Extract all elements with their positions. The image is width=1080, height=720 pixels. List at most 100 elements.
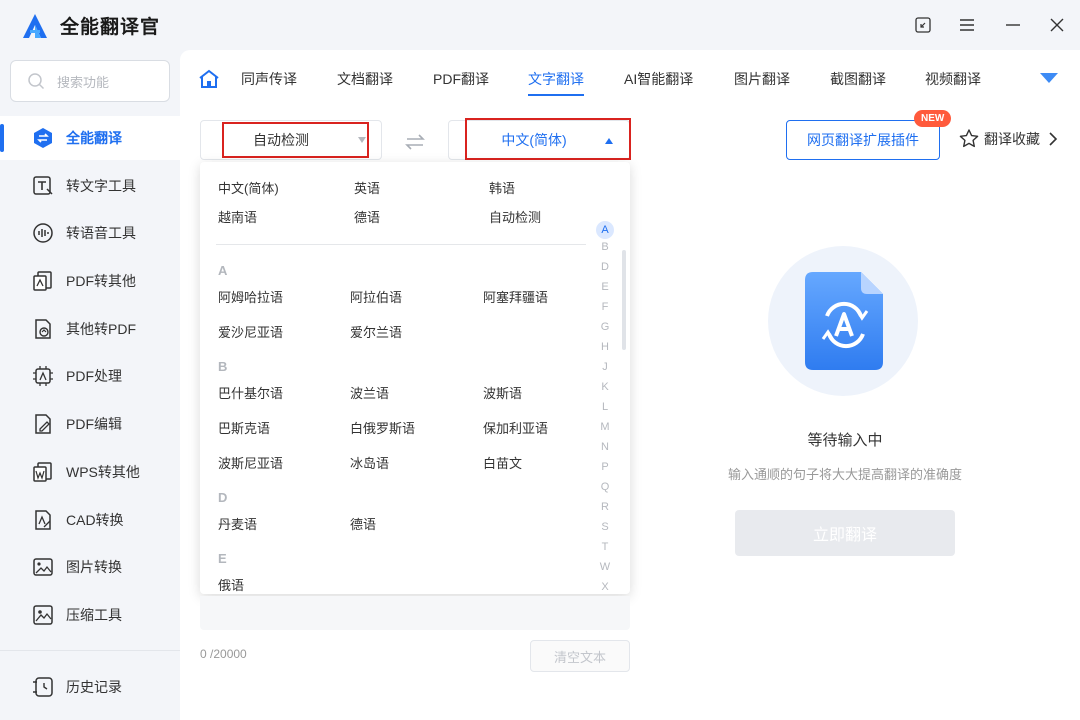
lang-option[interactable]: 波斯语 [483, 383, 522, 402]
empty-state-illustration [768, 246, 918, 396]
alphabet-index-letter[interactable]: D [596, 261, 614, 273]
char-count: 0 [200, 647, 207, 661]
menu-button[interactable] [954, 12, 980, 38]
sidebar-item-label: CAD转换 [66, 512, 124, 528]
browser-plugin-button[interactable]: 网页翻译扩展插件 [786, 120, 940, 160]
lang-option[interactable]: 冰岛语 [350, 453, 389, 472]
tab-video[interactable]: 视频翻译 [925, 50, 981, 108]
sidebar-item-text-tool[interactable]: 转文字工具 [0, 164, 180, 208]
sidebar-item-compress[interactable]: 压缩工具 [0, 593, 180, 637]
lang-option[interactable]: 俄语 [218, 575, 244, 594]
alphabet-index-letter[interactable]: N [596, 441, 614, 453]
tab-simultaneous[interactable]: 同声传译 [241, 50, 297, 108]
alphabet-index-letter[interactable]: M [596, 421, 614, 433]
alphabet-index-letter[interactable]: Q [596, 481, 614, 493]
tab-image[interactable]: 图片翻译 [734, 50, 790, 108]
empty-state-title: 等待输入中 [807, 432, 883, 449]
lang-option[interactable]: 越南语 [218, 207, 257, 226]
hamburger-icon [960, 19, 974, 31]
sidebar-item-cad-convert[interactable]: CAD转换 [0, 498, 180, 542]
lang-option[interactable]: 英语 [354, 178, 380, 197]
translate-now-button[interactable]: 立即翻译 [735, 510, 955, 556]
chevron-right-icon [1049, 132, 1058, 146]
sidebar-item-pdf-edit[interactable]: PDF编辑 [0, 402, 180, 446]
lang-option[interactable]: 德语 [354, 207, 380, 226]
alphabet-index-letter[interactable]: R [596, 501, 614, 513]
alphabet-index-letter[interactable]: G [596, 321, 614, 333]
sidebar-item-label: 转文字工具 [66, 178, 136, 194]
lang-option[interactable]: 德语 [350, 514, 376, 533]
alphabet-index-letter[interactable]: F [596, 301, 614, 313]
sidebar-item-label: 图片转换 [66, 559, 122, 575]
more-tabs-icon[interactable] [1039, 72, 1059, 84]
sidebar-item-label: 全能翻译 [66, 130, 122, 146]
tab-document[interactable]: 文档翻译 [337, 50, 393, 108]
lang-option[interactable]: 韩语 [489, 178, 515, 197]
alphabet-index-letter[interactable]: B [596, 241, 614, 253]
app-title: 全能翻译官 [60, 17, 161, 38]
alphabet-index-letter[interactable]: L [596, 401, 614, 413]
main-panel: 同声传译 文档翻译 PDF翻译 文字翻译 AI智能翻译 图片翻译 截图翻译 视频… [180, 50, 1080, 720]
alphabet-index-letter[interactable]: H [596, 341, 614, 353]
lang-option[interactable]: 波兰语 [350, 383, 389, 402]
lang-option[interactable]: 巴斯克语 [218, 418, 270, 437]
home-icon[interactable] [198, 69, 220, 89]
sidebar-item-other-to-pdf[interactable]: 其他转PDF [0, 307, 180, 351]
lang-option[interactable]: 中文(简体) [218, 178, 279, 197]
restore-icon [915, 17, 931, 33]
pdf-edit-icon [32, 413, 54, 435]
sidebar-item-wps-to-other[interactable]: WPS转其他 [0, 450, 180, 494]
sidebar-divider [0, 650, 180, 651]
sidebar-item-all-translate[interactable]: 全能翻译 [0, 116, 180, 160]
sidebar-item-pdf-to-other[interactable]: PDF转其他 [0, 259, 180, 303]
lang-option[interactable]: 丹麦语 [218, 514, 257, 533]
tab-ai[interactable]: AI智能翻译 [624, 50, 693, 108]
group-letter: E [218, 551, 227, 566]
sidebar-item-pdf-process[interactable]: PDF处理 [0, 354, 180, 398]
clear-text-button[interactable]: 清空文本 [530, 640, 630, 672]
feature-tabs: 同声传译 文档翻译 PDF翻译 文字翻译 AI智能翻译 图片翻译 截图翻译 视频… [180, 50, 1080, 110]
sidebar-item-voice-tool[interactable]: 转语音工具 [0, 211, 180, 255]
sidebar-item-label: 转语音工具 [66, 225, 136, 241]
lang-option[interactable]: 巴什基尔语 [218, 383, 283, 402]
search-input[interactable]: 搜索功能 [10, 60, 170, 102]
lang-option[interactable]: 爱尔兰语 [350, 322, 402, 341]
restore-window-button[interactable] [910, 12, 936, 38]
lang-option[interactable]: 白俄罗斯语 [350, 418, 415, 437]
tab-pdf[interactable]: PDF翻译 [433, 50, 489, 108]
lang-option[interactable]: 白苗文 [483, 453, 522, 472]
lang-option[interactable]: 阿塞拜疆语 [483, 287, 548, 306]
alphabet-index-letter[interactable]: E [596, 281, 614, 293]
lang-option[interactable]: 阿拉伯语 [350, 287, 402, 306]
sidebar-item-label: 历史记录 [66, 679, 122, 695]
minimize-button[interactable] [1000, 12, 1026, 38]
new-badge: NEW [914, 110, 952, 127]
alphabet-index-letter[interactable]: S [596, 521, 614, 533]
alphabet-index-letter[interactable]: K [596, 381, 614, 393]
dropdown-scrollbar[interactable] [622, 250, 626, 350]
alphabet-index-letter[interactable]: J [596, 361, 614, 373]
source-text-area[interactable] [200, 596, 630, 630]
sidebar-item-image-convert[interactable]: 图片转换 [0, 545, 180, 589]
alphabet-index-letter[interactable]: T [596, 541, 614, 553]
app-logo-icon [23, 13, 47, 38]
tab-screenshot[interactable]: 截图翻译 [830, 50, 886, 108]
alphabet-index-letter[interactable]: X [596, 581, 614, 593]
lang-option[interactable]: 阿姆哈拉语 [218, 287, 283, 306]
dropdown-divider [216, 244, 586, 245]
empty-state-subtitle: 输入通顺的句子将大大提高翻译的准确度 [727, 467, 962, 482]
alphabet-index-letter[interactable]: W [596, 561, 614, 573]
char-counter: 0 /20000 [200, 647, 247, 661]
lang-option[interactable]: 波斯尼亚语 [218, 453, 283, 472]
lang-option[interactable]: 保加利亚语 [483, 418, 548, 437]
tab-text[interactable]: 文字翻译 [528, 50, 584, 108]
swap-languages-icon[interactable] [403, 130, 427, 154]
lang-option[interactable]: 爱沙尼亚语 [218, 322, 283, 341]
lang-option[interactable]: 自动检测 [489, 207, 541, 226]
app-logo: 全能翻译官 [22, 12, 160, 39]
favorites-button[interactable]: 翻译收藏 [958, 128, 1058, 150]
alphabet-index-letter[interactable]: P [596, 461, 614, 473]
close-button[interactable] [1044, 12, 1070, 38]
alphabet-index-letter[interactable]: A [596, 221, 614, 239]
sidebar-item-history[interactable]: 历史记录 [0, 665, 180, 709]
